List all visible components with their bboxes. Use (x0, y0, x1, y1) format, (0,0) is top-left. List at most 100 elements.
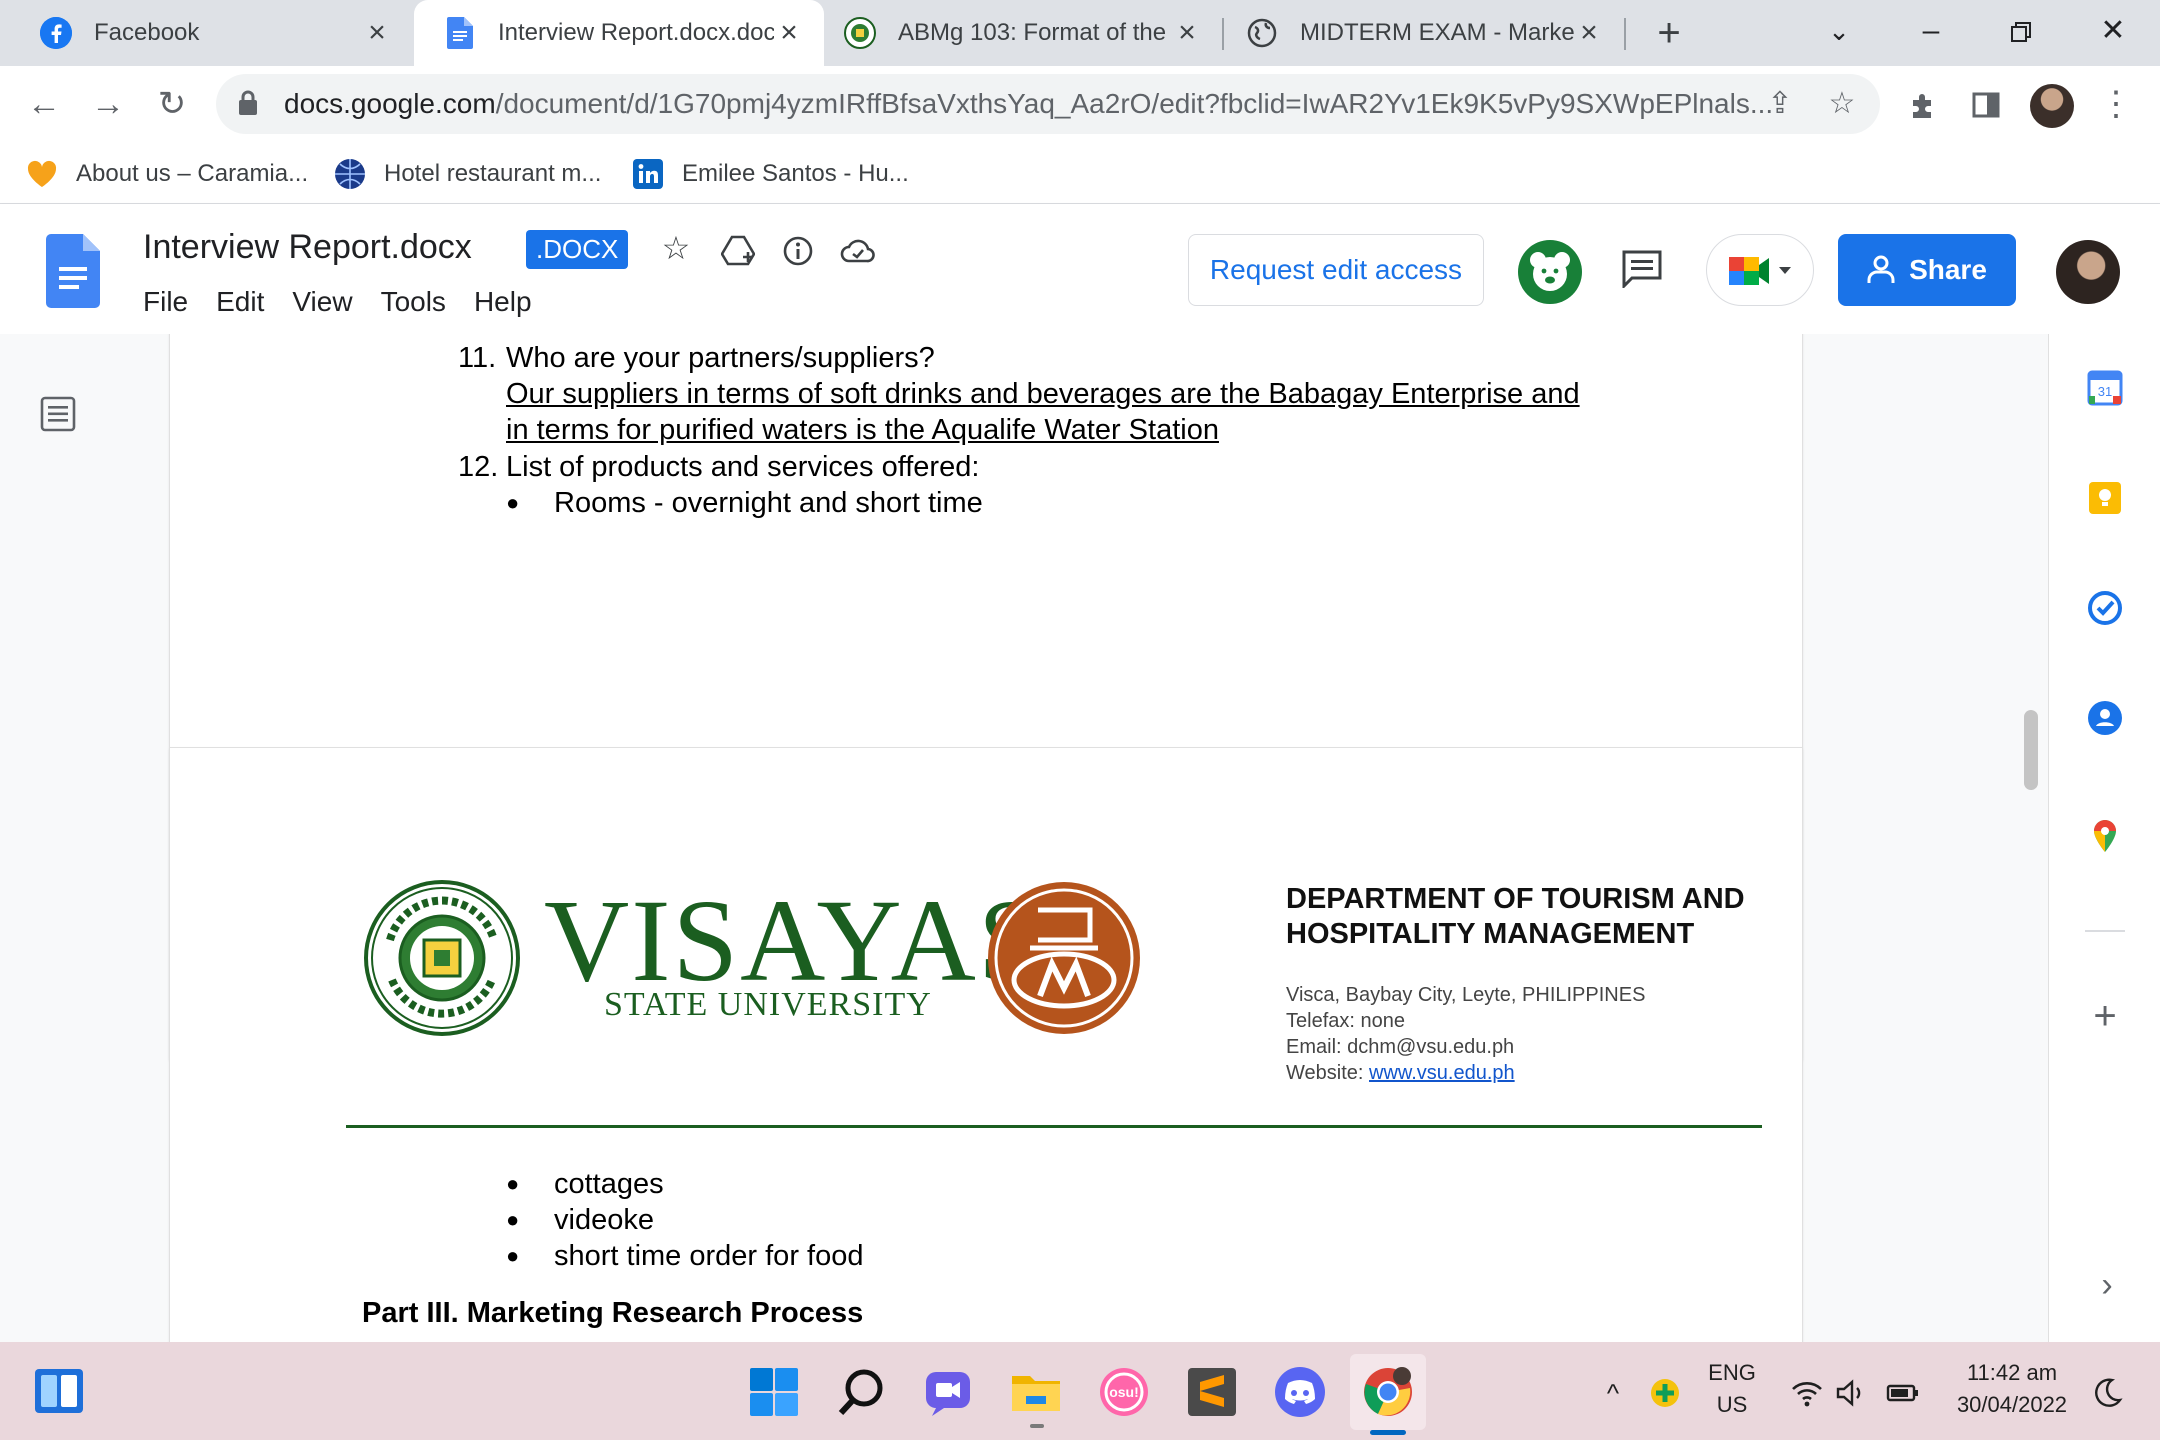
close-window-button[interactable]: ✕ (2068, 0, 2158, 66)
bookmark-star-icon[interactable]: ☆ (1824, 86, 1860, 122)
sublime-icon[interactable] (1186, 1366, 1238, 1418)
menu-help[interactable]: Help (474, 286, 532, 318)
more-menu-icon[interactable]: ⋮ (2092, 80, 2140, 128)
discord-icon[interactable] (1274, 1366, 1326, 1418)
website-link[interactable]: www.vsu.edu.ph (1369, 1062, 1515, 1084)
language-region: US (1716, 1392, 1748, 1417)
tab-label: Interview Report.docx.doc (498, 19, 774, 46)
globe-blue-icon (334, 158, 366, 190)
department-email: Email: dchm@vsu.edu.ph (1286, 1036, 1515, 1058)
share-label: Share (1909, 254, 1987, 285)
menu-view[interactable]: View (292, 286, 352, 318)
extensions-puzzle-icon[interactable] (1900, 80, 1948, 128)
cloud-status-icon[interactable] (838, 228, 878, 268)
tab-abmg103[interactable]: ABMg 103: Format of the × (826, 0, 1222, 66)
document-canvas: 11. Who are your partners/suppliers? Our… (0, 334, 2048, 1342)
department-telefax: Telefax: none (1286, 1010, 1405, 1032)
tasks-icon[interactable] (2087, 590, 2123, 626)
department-title: DEPARTMENT OF TOURISM AND HOSPITALITY MA… (1286, 883, 1745, 950)
volume-icon[interactable] (1834, 1376, 1868, 1410)
battery-icon[interactable] (1886, 1376, 1920, 1410)
reload-button[interactable]: ↻ (148, 80, 196, 128)
account-avatar[interactable] (2056, 240, 2120, 304)
share-page-icon[interactable]: ⇪ (1762, 86, 1798, 122)
browser-toolbar: ← → ↻ docs.google.com/document/d/1G70pmj… (0, 66, 2160, 142)
contacts-icon[interactable] (2087, 700, 2123, 736)
close-icon[interactable]: × (1574, 16, 1604, 50)
request-edit-access-button[interactable]: Request edit access (1188, 234, 1484, 306)
add-on-plus-icon[interactable]: + (2085, 994, 2125, 1039)
maps-icon[interactable] (2087, 818, 2123, 854)
forward-button[interactable]: → (84, 80, 132, 128)
tab-label: Facebook (94, 19, 200, 46)
document-title[interactable]: Interview Report.docx (143, 228, 472, 267)
vertical-scrollbar[interactable] (2024, 710, 2038, 790)
bullet-dot: ● (506, 1207, 520, 1232)
share-button[interactable]: Share (1838, 234, 2016, 306)
answer-11-line-1: Our suppliers in terms of soft drinks an… (506, 378, 1580, 410)
address-bar[interactable]: docs.google.com/document/d/1G70pmj4yzmIR… (216, 74, 1880, 134)
department-website: Website: www.vsu.edu.ph (1286, 1062, 1515, 1085)
document-outline-icon[interactable] (40, 396, 76, 432)
tab-interview-report[interactable]: Interview Report.docx.doc × (414, 0, 824, 66)
running-indicator (1370, 1430, 1406, 1435)
new-tab-button[interactable]: + (1646, 10, 1692, 56)
minimize-button[interactable]: – (1886, 0, 1976, 66)
menu-edit[interactable]: Edit (216, 286, 264, 318)
do-not-disturb-moon-icon[interactable] (2090, 1376, 2124, 1410)
clock-date[interactable]: 30/04/2022 (1940, 1392, 2084, 1418)
teams-chat-icon[interactable] (922, 1366, 974, 1418)
profile-avatar[interactable] (2030, 84, 2074, 128)
anonymous-bear-avatar[interactable] (1518, 240, 1582, 304)
close-icon[interactable]: × (1172, 16, 1202, 50)
department-address: Visca, Baybay City, Leyte, PHILIPPINES (1286, 984, 1646, 1006)
department-cm-logo (988, 882, 1140, 1034)
docs-icon (444, 17, 476, 49)
facebook-icon (40, 17, 72, 49)
question-11-number: 11. (458, 342, 497, 374)
url-text[interactable]: docs.google.com/document/d/1G70pmj4yzmIR… (284, 88, 1944, 120)
star-icon[interactable]: ☆ (656, 228, 696, 268)
keep-icon[interactable] (2087, 480, 2123, 516)
calendar-icon[interactable]: 31 (2087, 370, 2123, 406)
meet-button[interactable] (1706, 234, 1814, 306)
tray-app-icon[interactable] (1648, 1376, 1682, 1410)
back-button[interactable]: ← (20, 80, 68, 128)
url-host: docs.google.com (284, 88, 496, 119)
wifi-icon[interactable] (1790, 1376, 1824, 1410)
bullet-dot: ● (506, 1171, 520, 1196)
tab-midterm-exam[interactable]: MIDTERM EXAM - Market × (1224, 0, 1624, 66)
side-panel-icon[interactable] (1962, 80, 2010, 128)
bookmark-linkedin[interactable]: Emilee Santos - Hu... (632, 154, 909, 194)
menu-tools[interactable]: Tools (381, 286, 446, 318)
osu-icon[interactable]: osu! (1098, 1366, 1150, 1418)
bullet-dot: ● (506, 490, 520, 515)
info-icon[interactable] (778, 228, 818, 268)
restore-button[interactable] (1976, 0, 2066, 66)
bookmark-caramia[interactable]: About us – Caramia... (26, 154, 308, 194)
move-to-drive-icon[interactable] (718, 228, 758, 268)
start-icon[interactable] (748, 1366, 800, 1418)
menu-file[interactable]: File (143, 286, 188, 318)
chrome-icon[interactable] (1362, 1366, 1414, 1418)
tab-facebook[interactable]: Facebook × (0, 0, 412, 66)
bookmark-label: About us – Caramia... (76, 160, 309, 187)
close-icon[interactable]: × (774, 16, 804, 50)
tab-search-chevron-icon[interactable]: ⌄ (1794, 0, 1884, 66)
bookmark-hotel-restaurant[interactable]: Hotel restaurant m... (334, 154, 601, 194)
linkedin-icon (632, 158, 664, 190)
side-panel-divider (2085, 930, 2125, 932)
chevron-up-icon[interactable]: ^ (1596, 1376, 1630, 1410)
question-12: List of products and services offered: (506, 451, 980, 483)
comment-history-icon[interactable] (1620, 248, 1664, 288)
clock-time[interactable]: 11:42 am (1940, 1360, 2084, 1386)
chevron-right-icon[interactable]: › (2087, 1266, 2127, 1305)
lock-icon (239, 90, 257, 115)
widgets-icon[interactable] (34, 1368, 84, 1414)
vsu-seal-logo (364, 880, 520, 1036)
file-explorer-icon[interactable] (1010, 1366, 1062, 1418)
search-icon[interactable] (836, 1366, 888, 1418)
language-indicator[interactable]: ENG (1700, 1360, 1764, 1386)
google-docs-logo[interactable] (46, 234, 100, 308)
close-icon[interactable]: × (362, 16, 392, 50)
